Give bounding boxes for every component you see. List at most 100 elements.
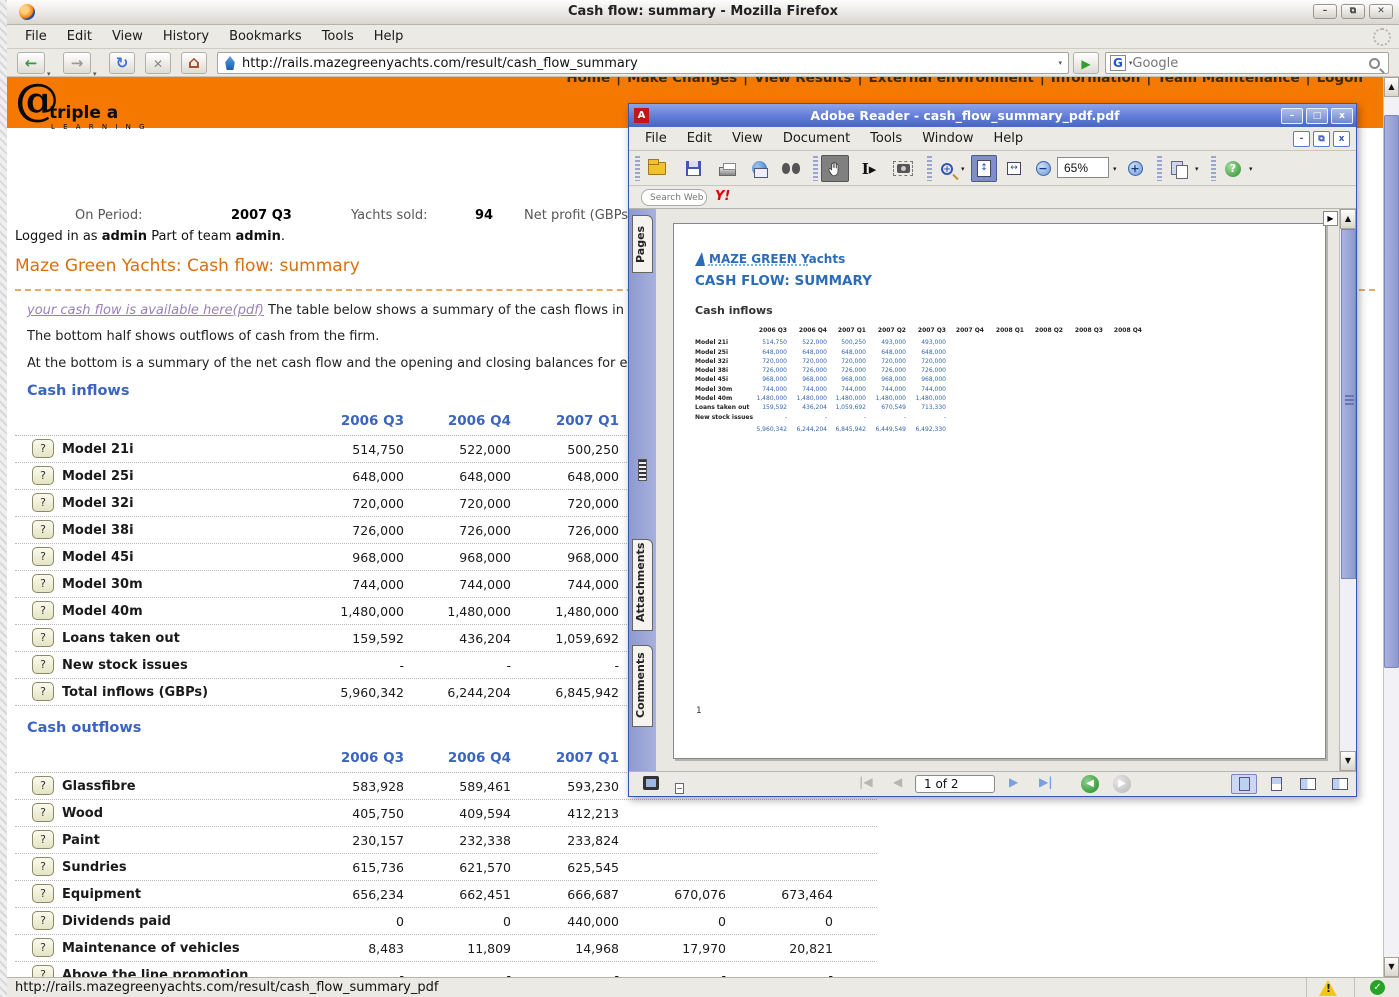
screen-mode-button[interactable]: [643, 776, 659, 790]
help-button[interactable]: ?: [32, 803, 54, 822]
facing-view-button[interactable]: [1327, 774, 1353, 794]
scroll-down-button[interactable]: ▼: [1384, 957, 1399, 977]
menu-file[interactable]: File: [15, 25, 57, 49]
reader-minimize-button[interactable]: –: [1281, 108, 1303, 124]
nav-link-information[interactable]: Information: [1051, 77, 1141, 86]
scroll-up-button[interactable]: ▲: [1384, 77, 1399, 97]
page-layout-button[interactable]: [1165, 155, 1193, 182]
reader-menu-help[interactable]: Help: [983, 127, 1033, 150]
help-button[interactable]: ?: [32, 776, 54, 795]
help-button[interactable]: ?: [32, 601, 54, 620]
back-button[interactable]: ←: [17, 52, 45, 74]
menu-view[interactable]: View: [102, 25, 153, 49]
help-button[interactable]: ?: [32, 493, 54, 512]
help-button[interactable]: ?: [32, 574, 54, 593]
hand-tool-button[interactable]: [821, 155, 849, 182]
help-button[interactable]: ?: [32, 830, 54, 849]
previous-page-button[interactable]: ◀: [893, 775, 902, 789]
doc-restore-button[interactable]: ⧉: [1313, 131, 1330, 147]
help-button[interactable]: ?: [32, 547, 54, 566]
doc-minimize-button[interactable]: -: [1293, 131, 1310, 147]
next-page-button[interactable]: ▶: [1009, 775, 1018, 789]
nav-link-view-results[interactable]: View Results: [754, 77, 851, 86]
reload-button[interactable]: ↻: [109, 52, 135, 74]
zoom-level-input[interactable]: [1057, 157, 1109, 178]
menu-edit[interactable]: Edit: [57, 25, 102, 49]
page-number-input[interactable]: [915, 775, 995, 793]
reader-scroll-down[interactable]: ▼: [1340, 751, 1356, 771]
url-dropdown[interactable]: ▾: [1052, 52, 1068, 74]
url-input[interactable]: [242, 56, 1052, 71]
menu-bookmarks[interactable]: Bookmarks: [219, 25, 312, 49]
web-search-input[interactable]: [1132, 56, 1369, 71]
help-button[interactable]: ?: [32, 682, 54, 701]
help-button[interactable]: ?: [32, 911, 54, 930]
fit-width-button[interactable]: ↔: [1001, 155, 1027, 182]
nav-link-home[interactable]: Home: [566, 77, 610, 86]
nav-link-external-environment[interactable]: External environment: [869, 77, 1034, 86]
reader-scrollbar[interactable]: ▲ ▼: [1339, 209, 1356, 771]
reader-maximize-button[interactable]: □: [1306, 108, 1328, 124]
nav-link-team-maintenance[interactable]: Team Maintenance: [1157, 77, 1299, 86]
minimize-button[interactable]: –: [1313, 4, 1337, 19]
snapshot-tool-button[interactable]: [889, 155, 917, 182]
zoom-tool-button[interactable]: +: [935, 155, 959, 182]
help-button[interactable]: ?: [32, 857, 54, 876]
help-button[interactable]: ?: [1219, 155, 1247, 182]
tab-attachments[interactable]: Attachments: [632, 539, 653, 631]
tab-pages[interactable]: Pages: [632, 215, 653, 273]
search-web-input[interactable]: [641, 189, 707, 206]
reader-menu-tools[interactable]: Tools: [860, 127, 912, 150]
go-button[interactable]: ▶: [1073, 52, 1099, 74]
help-button[interactable]: ?: [32, 655, 54, 674]
forward-button[interactable]: →: [63, 52, 91, 74]
last-page-button[interactable]: ▶|: [1039, 775, 1053, 789]
help-button[interactable]: ?: [32, 965, 54, 977]
select-tool-button[interactable]: I▸: [855, 155, 883, 182]
help-button[interactable]: ?: [32, 520, 54, 539]
nav-link-logon[interactable]: Logon: [1317, 77, 1363, 86]
close-button[interactable]: ✕: [1369, 4, 1393, 19]
menu-help[interactable]: Help: [364, 25, 414, 49]
print-button[interactable]: [713, 155, 741, 182]
fit-page-button[interactable]: ↕: [971, 155, 997, 182]
restore-button[interactable]: ⧉: [1341, 4, 1365, 19]
help-dropdown[interactable]: ▾: [1249, 165, 1253, 173]
zoom-level-dropdown[interactable]: ▾: [1113, 165, 1117, 173]
stop-button[interactable]: ✕: [145, 52, 171, 74]
reader-menu-document[interactable]: Document: [773, 127, 860, 150]
help-button[interactable]: ?: [32, 938, 54, 957]
warning-icon[interactable]: [1319, 980, 1337, 996]
nav-link-make-changes[interactable]: Make Changes: [627, 77, 737, 86]
reader-menu-window[interactable]: Window: [912, 127, 983, 150]
save-button[interactable]: [679, 155, 707, 182]
search-icon[interactable]: [1369, 58, 1380, 69]
view-back-button[interactable]: ◀: [1081, 775, 1099, 793]
zoom-out-button[interactable]: −: [1031, 155, 1055, 182]
help-button[interactable]: ?: [32, 884, 54, 903]
reader-menu-view[interactable]: View: [722, 127, 773, 150]
find-button[interactable]: [777, 155, 805, 182]
page-layout-dropdown[interactable]: ▾: [1195, 165, 1199, 173]
tab-comments[interactable]: Comments: [632, 645, 653, 727]
reader-scrollbar-thumb[interactable]: [1341, 229, 1356, 579]
continuous-view-button[interactable]: [1263, 774, 1289, 794]
nav-pane-expand-button[interactable]: ▶: [1323, 211, 1338, 226]
reader-menu-edit[interactable]: Edit: [677, 127, 722, 150]
scrollbar-thumb[interactable]: [1384, 115, 1399, 668]
reader-menu-file[interactable]: File: [635, 127, 677, 150]
zoom-tool-dropdown[interactable]: ▾: [961, 165, 965, 173]
reader-close-button[interactable]: x: [1331, 108, 1353, 124]
first-page-button[interactable]: |◀: [859, 775, 873, 789]
home-button[interactable]: ⌂: [181, 52, 207, 74]
help-button[interactable]: ?: [32, 466, 54, 485]
help-button[interactable]: ?: [32, 628, 54, 647]
minimized-doc-button[interactable]: −: [675, 776, 684, 795]
cash-flow-pdf-link[interactable]: your cash flow is available here(pdf): [27, 303, 264, 318]
zoom-in-button[interactable]: +: [1123, 155, 1147, 182]
pane-drag-handle[interactable]: [638, 459, 647, 481]
page-scrollbar[interactable]: ▲ ▼: [1383, 77, 1399, 977]
reader-scroll-up[interactable]: ▲: [1340, 209, 1356, 229]
secure-ok-icon[interactable]: ✓: [1370, 980, 1385, 995]
single-page-view-button[interactable]: [1231, 774, 1257, 794]
